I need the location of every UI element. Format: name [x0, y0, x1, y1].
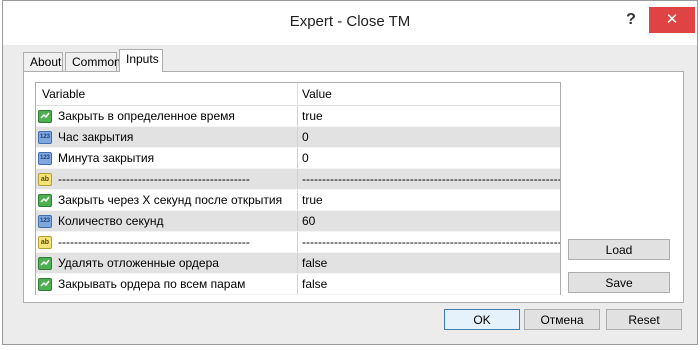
- window-title: Expert - Close TM: [289, 13, 411, 30]
- title-bar: Expert - Close TM ? ✕: [3, 1, 697, 45]
- value-cell[interactable]: 60: [298, 214, 560, 228]
- variable-cell: 123 Количество секунд: [36, 211, 298, 231]
- inputs-grid: Variable Value Закрыть в определенное вр…: [35, 82, 561, 295]
- table-row[interactable]: ab --------------------------------------…: [36, 169, 560, 190]
- value-cell[interactable]: ----------------------------------------…: [298, 172, 560, 186]
- variable-label: Минута закрытия: [58, 151, 155, 165]
- string-icon: ab: [38, 235, 52, 249]
- expert-dialog: Expert - Close TM ? ✕ About Common Input…: [2, 0, 698, 345]
- inputs-panel: Variable Value Закрыть в определенное вр…: [23, 71, 684, 303]
- table-row[interactable]: ab --------------------------------------…: [36, 232, 560, 253]
- grid-header: Variable Value: [36, 83, 560, 106]
- ok-button[interactable]: OK: [444, 309, 520, 330]
- table-row[interactable]: Закрыть через X секунд после открытия tru…: [36, 190, 560, 211]
- save-button[interactable]: Save: [568, 272, 670, 293]
- variable-label: ----------------------------------------…: [58, 235, 250, 249]
- table-row[interactable]: 123 Количество секунд 60: [36, 211, 560, 232]
- table-row[interactable]: 123 Час закрытия 0: [36, 127, 560, 148]
- variable-label: ----------------------------------------…: [58, 172, 250, 186]
- bool-icon: [38, 256, 52, 270]
- variable-label: Удалять отложенные ордера: [58, 256, 219, 270]
- variable-cell: Удалять отложенные ордера: [36, 253, 298, 273]
- variable-cell: 123 Час закрытия: [36, 127, 298, 147]
- column-header-variable[interactable]: Variable: [36, 83, 298, 105]
- value-cell[interactable]: false: [298, 277, 560, 291]
- variable-cell: Закрыть через X секунд после открытия: [36, 190, 298, 210]
- variable-label: Закрыть через X секунд после открытия: [58, 193, 283, 207]
- variable-label: Закрыть в определенное время: [58, 109, 235, 123]
- help-button[interactable]: ?: [617, 7, 645, 33]
- tab-inputs[interactable]: Inputs: [119, 49, 163, 72]
- reset-button[interactable]: Reset: [606, 309, 682, 330]
- table-row[interactable]: Закрывать ордера по всем парам false: [36, 274, 560, 295]
- grid-rows: Закрыть в определенное время true 123 Час з…: [36, 106, 560, 295]
- value-cell[interactable]: ----------------------------------------…: [298, 235, 560, 249]
- tab-about[interactable]: About: [23, 52, 63, 71]
- close-button[interactable]: ✕: [649, 7, 695, 33]
- int-icon: 123: [38, 151, 52, 165]
- cancel-button[interactable]: Отмена: [524, 309, 600, 330]
- int-icon: 123: [38, 130, 52, 144]
- column-header-value[interactable]: Value: [298, 83, 332, 105]
- value-cell[interactable]: true: [298, 109, 560, 123]
- bool-icon: [38, 277, 52, 291]
- value-cell[interactable]: false: [298, 256, 560, 270]
- variable-cell: Закрывать ордера по всем парам: [36, 274, 298, 294]
- string-icon: ab: [38, 172, 52, 186]
- table-row[interactable]: 123 Минута закрытия 0: [36, 148, 560, 169]
- table-row[interactable]: Удалять отложенные ордера false: [36, 253, 560, 274]
- variable-cell: ab --------------------------------------…: [36, 169, 298, 189]
- bool-icon: [38, 109, 52, 123]
- variable-label: Закрывать ордера по всем парам: [58, 277, 246, 291]
- variable-cell: Закрыть в определенное время: [36, 106, 298, 126]
- variable-cell: 123 Минута закрытия: [36, 148, 298, 168]
- variable-label: Час закрытия: [58, 130, 134, 144]
- tab-common[interactable]: Common: [65, 52, 121, 71]
- int-icon: 123: [38, 214, 52, 228]
- bool-icon: [38, 193, 52, 207]
- value-cell[interactable]: 0: [298, 151, 560, 165]
- value-cell[interactable]: 0: [298, 130, 560, 144]
- load-button[interactable]: Load: [568, 239, 670, 260]
- variable-cell: ab --------------------------------------…: [36, 232, 298, 252]
- variable-label: Количество секунд: [58, 214, 164, 228]
- value-cell[interactable]: true: [298, 193, 560, 207]
- table-row[interactable]: Закрыть в определенное время true: [36, 106, 560, 127]
